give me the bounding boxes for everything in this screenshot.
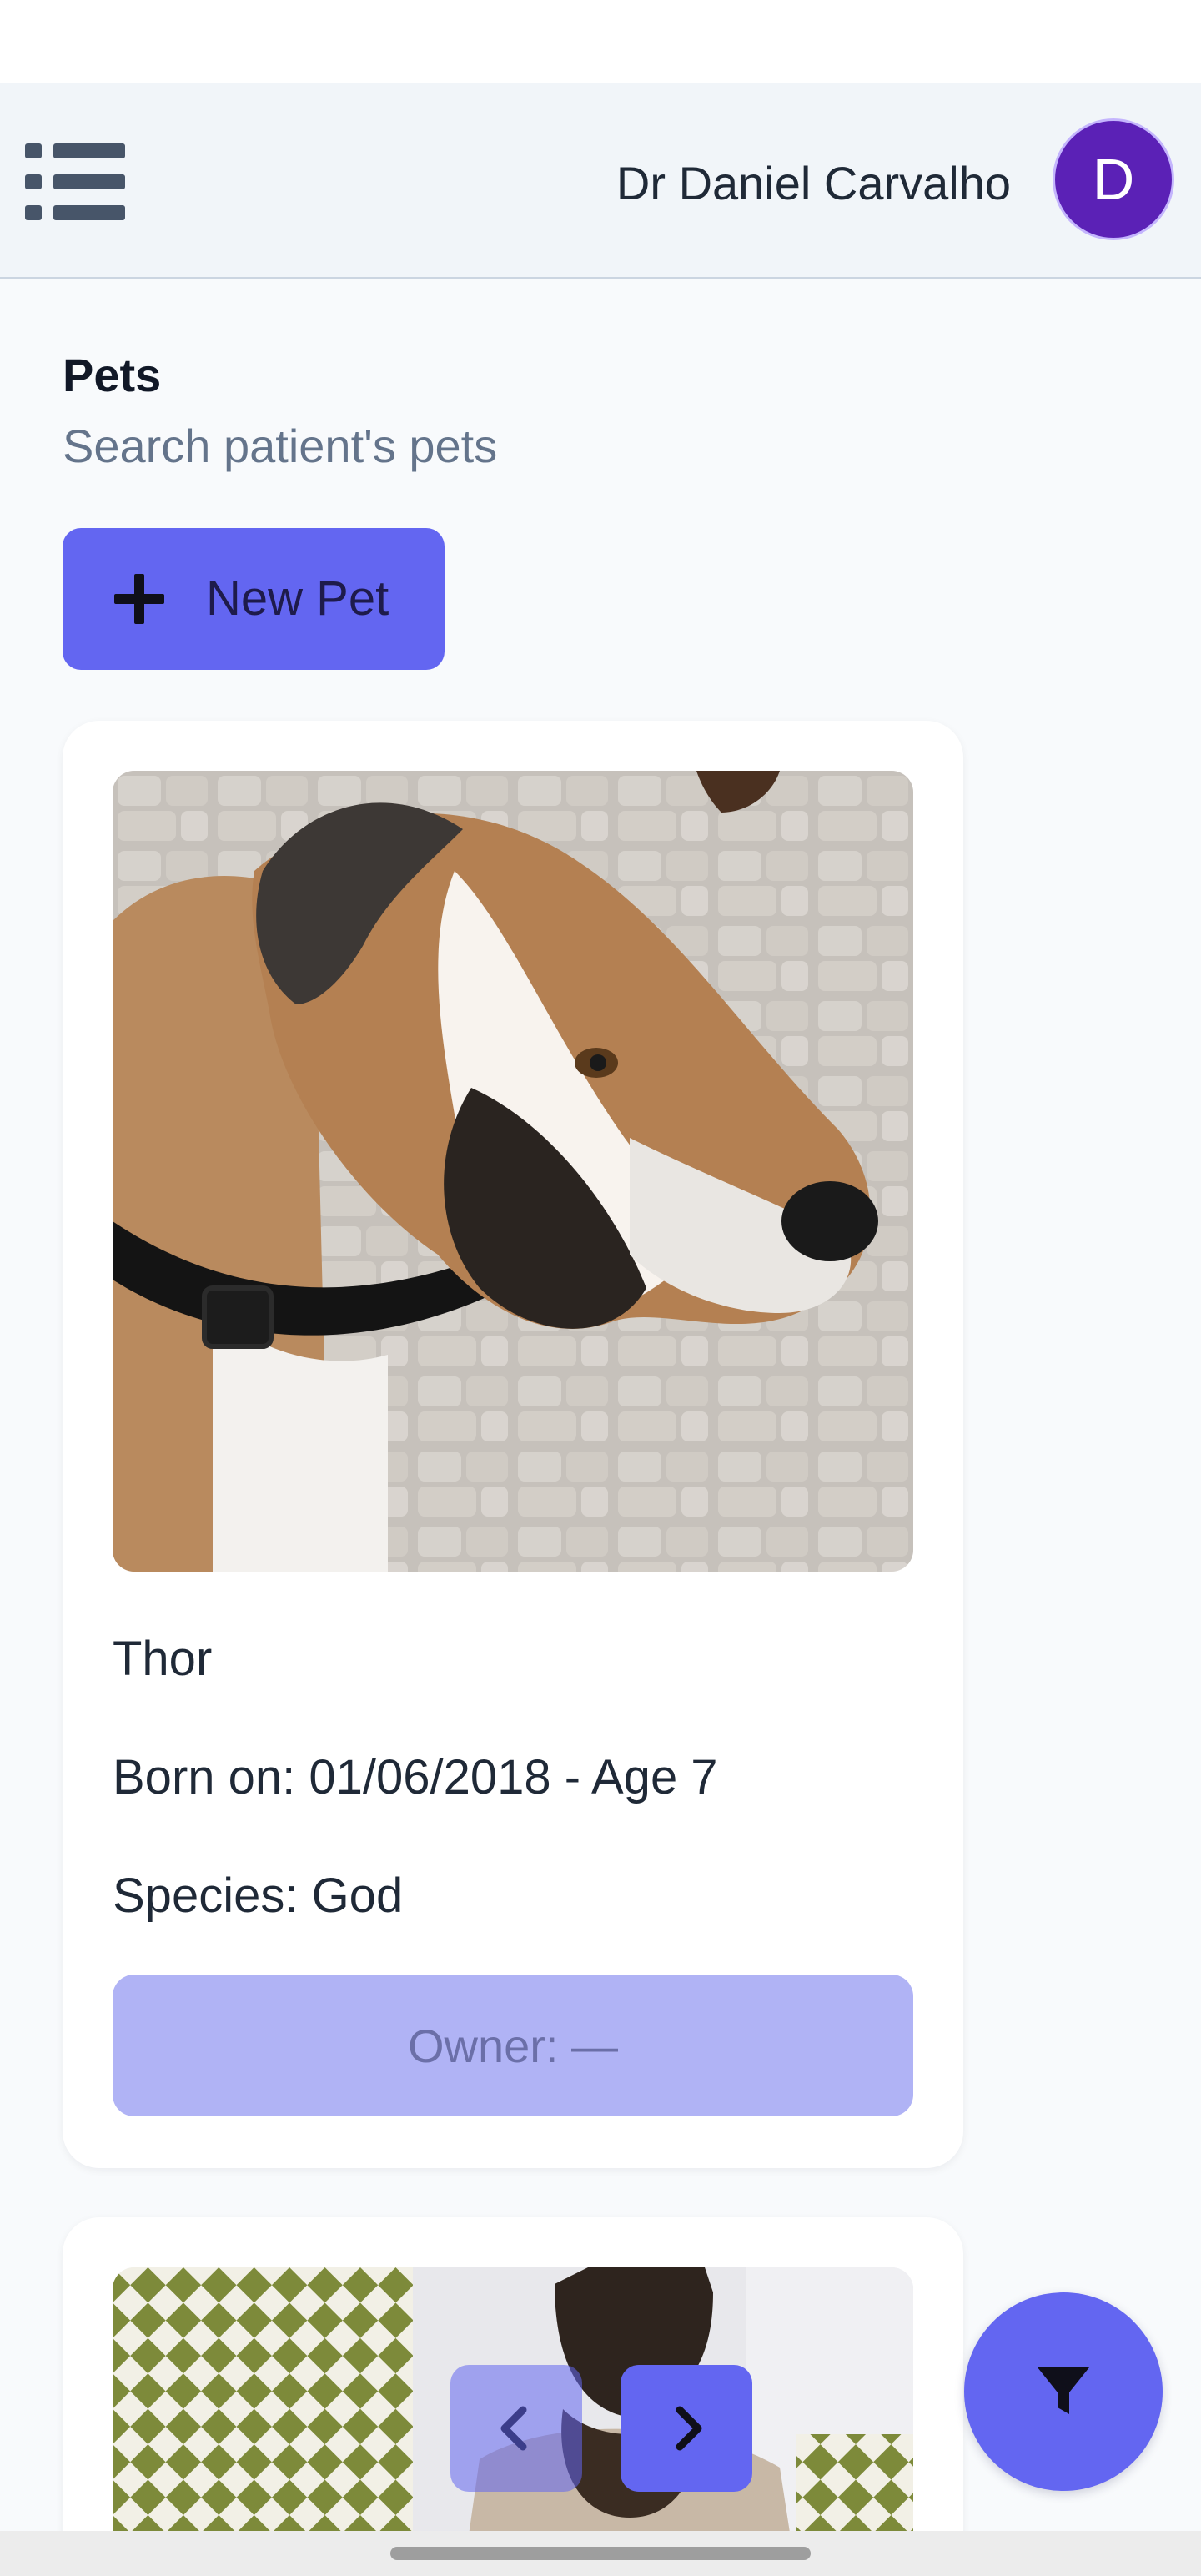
menu-button[interactable] (23, 140, 127, 224)
app-header: Dr Daniel Carvalho D (0, 83, 1201, 279)
new-pet-button[interactable]: New Pet (63, 528, 445, 670)
home-indicator[interactable] (390, 2547, 811, 2560)
filter-icon (1038, 2367, 1089, 2414)
system-nav-bar (0, 2531, 1201, 2576)
pet-born-date: Born on: 01/06/2018 - Age 7 (113, 1750, 718, 1804)
filter-button[interactable] (964, 2292, 1163, 2491)
plus-icon (114, 574, 164, 624)
avatar-initial: D (1092, 147, 1135, 212)
owner-label: Owner: — (407, 2019, 619, 2072)
page-subtitle: Search patient's pets (63, 420, 498, 472)
list-menu-icon (25, 143, 125, 220)
pet-card: Thor Born on: 01/06/2018 - Age 7 Species… (63, 721, 963, 2168)
chevron-left-icon (500, 2406, 527, 2451)
pet-photo (113, 771, 913, 1572)
pet-name: Thor (113, 1632, 213, 1686)
owner-button[interactable]: Owner: — (113, 1975, 913, 2116)
new-pet-label: New Pet (206, 571, 389, 626)
status-bar (0, 0, 1201, 83)
user-name: Dr Daniel Carvalho (616, 157, 1011, 209)
chevron-right-icon (676, 2406, 702, 2451)
next-page-button[interactable] (621, 2365, 752, 2492)
page-title: Pets (63, 349, 162, 401)
dog-photo (113, 771, 913, 1572)
previous-page-button[interactable] (450, 2365, 582, 2492)
avatar[interactable]: D (1053, 118, 1174, 240)
pet-species: Species: God (113, 1869, 404, 1923)
